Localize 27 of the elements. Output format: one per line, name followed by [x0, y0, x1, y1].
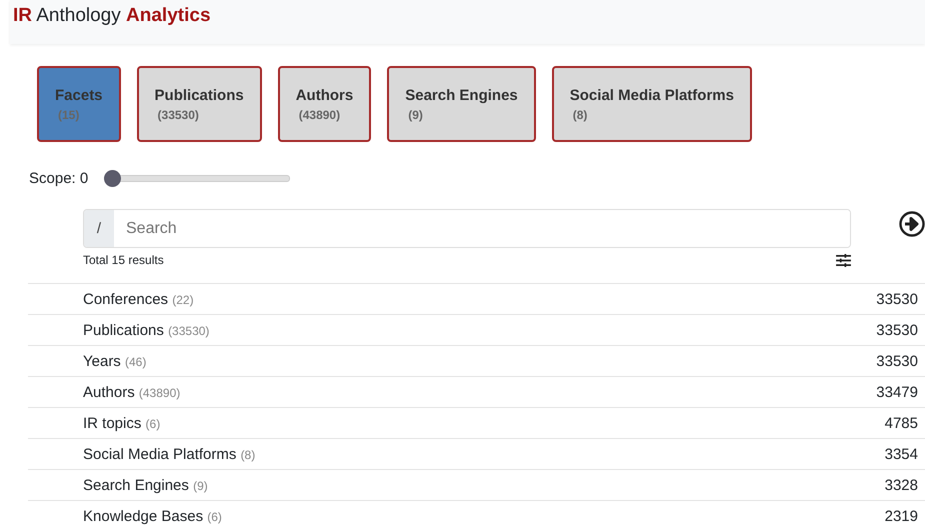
facet-tab[interactable]: Social Media Platforms (8)	[552, 66, 752, 142]
scope-slider[interactable]	[104, 169, 290, 188]
facet-count: 2319	[884, 508, 918, 524]
app-title: IR Anthology Analytics	[13, 5, 211, 26]
facet-count: 33530	[876, 322, 918, 338]
facet-count: 33530	[876, 290, 918, 308]
facet-item[interactable]: Authors (43890)	[83, 384, 180, 400]
facet-count: 33530	[876, 352, 918, 370]
facet-tab[interactable]: Publications (33530)	[136, 66, 262, 142]
facet-item[interactable]: Search Engines (9)	[83, 476, 208, 494]
facet-item[interactable]: IR topics (6)	[83, 414, 160, 432]
facet-tab[interactable]: Authors (43890)	[278, 66, 372, 142]
facet-count: 3328	[884, 476, 918, 494]
facet-count: 4785	[884, 414, 918, 432]
facet-item[interactable]: Publications (33530)	[83, 322, 210, 338]
facet-item[interactable]: Social Media Platforms (8)	[83, 446, 256, 462]
results-count: Total 15 results	[83, 253, 164, 267]
facet-item[interactable]: Years (46)	[83, 352, 146, 370]
arrow-circle-icon[interactable]	[899, 211, 925, 237]
scope-label: Scope: 0	[29, 170, 88, 187]
facet-count: 33479	[876, 384, 918, 400]
facet-count: 3354	[884, 446, 918, 462]
facet-tab[interactable]: Search Engines (9)	[387, 66, 536, 142]
search-field[interactable]: / Search	[83, 209, 851, 248]
filter-icon[interactable]	[836, 254, 851, 266]
facet-item[interactable]: Knowledge Bases (6)	[83, 508, 222, 524]
facet-item[interactable]: Conferences (22)	[83, 290, 194, 308]
